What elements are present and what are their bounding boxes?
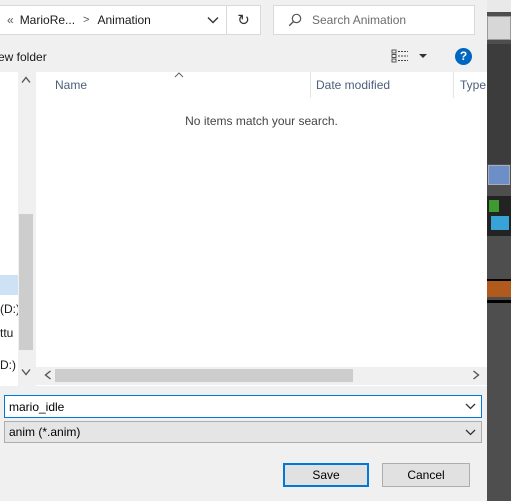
breadcrumb-item-animation[interactable]: Animation bbox=[97, 13, 150, 27]
background-game-bricks bbox=[487, 279, 511, 297]
column-divider[interactable] bbox=[310, 72, 311, 98]
search-input[interactable]: Search Animation bbox=[312, 13, 406, 27]
help-button[interactable]: ? bbox=[455, 48, 472, 65]
save-button[interactable]: Save bbox=[283, 463, 369, 487]
toolbar: ew folder ? bbox=[0, 42, 487, 72]
background-app-toolbar bbox=[487, 0, 511, 12]
nav-item-ttu[interactable]: ttu bbox=[0, 326, 13, 340]
search-box[interactable]: Search Animation bbox=[273, 5, 475, 35]
background-app-dropdown bbox=[487, 16, 511, 40]
background-game-sprite bbox=[489, 200, 499, 212]
horizontal-scrollbar-thumb[interactable] bbox=[55, 369, 353, 382]
breadcrumb-separator[interactable]: > bbox=[83, 14, 89, 26]
save-file-dialog: « MarioRe... > Animation ↻ Search Animat… bbox=[0, 0, 487, 501]
background-app-thumbnail bbox=[488, 165, 510, 185]
column-header-name[interactable]: Name bbox=[55, 78, 87, 92]
file-name-combobox[interactable]: mario_idle bbox=[4, 395, 482, 418]
file-type-select[interactable]: anim (*.anim) bbox=[4, 421, 482, 443]
column-header-row: Name Date modified Type bbox=[36, 72, 487, 98]
column-header-date-modified[interactable]: Date modified bbox=[316, 78, 390, 92]
chevron-down-icon bbox=[465, 429, 475, 435]
nav-selected-item[interactable] bbox=[0, 275, 18, 295]
address-history-dropdown[interactable] bbox=[200, 6, 226, 34]
scroll-down-icon[interactable] bbox=[21, 368, 31, 376]
chevron-down-icon bbox=[207, 17, 219, 24]
refresh-button[interactable]: ↻ bbox=[226, 6, 260, 34]
file-list-horizontal-scrollbar[interactable] bbox=[36, 367, 487, 385]
file-name-input[interactable]: mario_idle bbox=[9, 400, 459, 414]
refresh-icon: ↻ bbox=[237, 12, 250, 29]
empty-results-message: No items match your search. bbox=[185, 114, 338, 128]
view-options-button[interactable] bbox=[391, 49, 428, 63]
file-type-value: anim (*.anim) bbox=[9, 425, 81, 439]
new-folder-button[interactable]: ew folder bbox=[0, 50, 47, 64]
column-header-type[interactable]: Type bbox=[460, 78, 486, 92]
scroll-right-icon[interactable] bbox=[472, 370, 480, 380]
address-bar[interactable]: « MarioRe... > Animation ↻ bbox=[0, 5, 261, 35]
details-view-icon bbox=[391, 49, 408, 63]
navigation-pane: (D:) ttu D:) bbox=[0, 72, 34, 386]
sort-ascending-icon bbox=[174, 72, 184, 78]
search-icon bbox=[288, 13, 302, 27]
file-list[interactable]: Name Date modified Type No items match y… bbox=[36, 72, 487, 386]
chevron-down-icon bbox=[465, 403, 475, 410]
background-app-panel bbox=[487, 44, 511, 164]
breadcrumb: « MarioRe... > Animation bbox=[0, 6, 200, 34]
scroll-up-icon[interactable] bbox=[21, 76, 31, 84]
file-name-dropdown[interactable] bbox=[459, 403, 481, 410]
column-divider[interactable] bbox=[453, 72, 454, 98]
nav-item-drive[interactable]: D:) bbox=[0, 358, 16, 372]
background-app-window bbox=[487, 0, 511, 501]
file-type-dropdown[interactable] bbox=[459, 429, 481, 436]
nav-item-drive-d[interactable]: (D:) bbox=[0, 302, 20, 316]
nav-vertical-scrollbar[interactable] bbox=[18, 72, 34, 386]
caret-down-icon bbox=[419, 54, 427, 58]
scroll-left-icon[interactable] bbox=[44, 370, 52, 380]
breadcrumb-item-mariore[interactable]: MarioRe... bbox=[20, 13, 75, 27]
background-divider bbox=[487, 300, 511, 303]
nav-scrollbar-thumb[interactable] bbox=[19, 214, 33, 350]
breadcrumb-overflow[interactable]: « bbox=[7, 13, 14, 27]
background-game-logo bbox=[491, 216, 509, 230]
cancel-button[interactable]: Cancel bbox=[382, 463, 470, 487]
